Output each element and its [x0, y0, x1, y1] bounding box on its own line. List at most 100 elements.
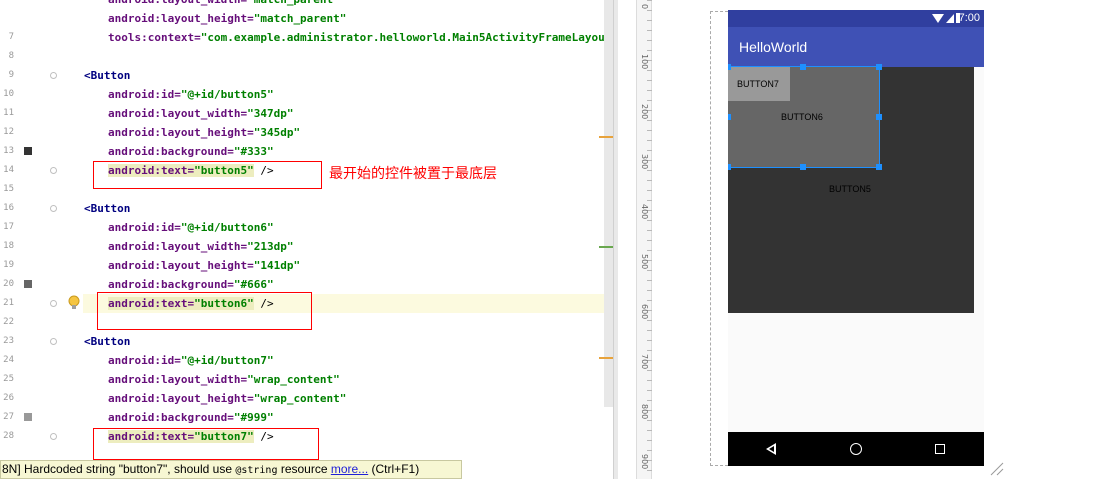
resize-handle[interactable] [800, 64, 806, 70]
fold-end-icon[interactable] [50, 433, 57, 440]
resize-handle[interactable] [728, 164, 731, 170]
xml-attribute: android:layout_height= [108, 392, 254, 405]
line-number: 18 [3, 241, 14, 251]
color-swatch-icon[interactable] [24, 147, 32, 155]
line-number: 25 [3, 374, 14, 384]
code-line[interactable]: tools:context="com.example.administrator… [108, 28, 613, 47]
code-line[interactable]: android:layout_width="wrap_content" [108, 370, 340, 389]
ruler-tick [647, 400, 652, 401]
ruler-tick [647, 180, 652, 181]
ruler-tick [647, 220, 652, 221]
code-editor[interactable]: android:layout_width="match_parent"andro… [0, 0, 613, 479]
code-line[interactable]: android:id="@+id/button7" [108, 351, 274, 370]
fold-toggle-icon[interactable] [50, 72, 57, 79]
xml-value: "141dp" [253, 259, 301, 272]
code-line[interactable]: android:layout_height="match_parent" [108, 9, 346, 28]
code-line[interactable]: android:layout_height="141dp" [108, 256, 300, 275]
button6-label: BUTTON6 [781, 112, 823, 122]
recents-icon[interactable] [935, 444, 945, 454]
xml-value: "347dp" [247, 107, 294, 120]
line-number: 10 [3, 89, 14, 99]
resize-handle[interactable] [728, 114, 731, 120]
code-line[interactable]: android:id="@+id/button6" [108, 218, 274, 237]
editor-scrollbar[interactable] [604, 0, 613, 407]
fold-end-icon[interactable] [50, 167, 57, 174]
ruler-tick [647, 370, 652, 371]
resize-handle[interactable] [728, 64, 731, 70]
code-line[interactable]: <Button [84, 332, 130, 351]
ruler-tick [647, 120, 652, 121]
xml-attribute: android:layout_width= [108, 373, 248, 386]
code-line[interactable]: android:layout_height="wrap_content" [108, 389, 346, 408]
ruler-label: 900 [640, 454, 649, 470]
tooltip-text-middle: resource [277, 462, 331, 476]
xml-attribute: android:background= [108, 145, 234, 158]
resize-handle[interactable] [876, 164, 882, 170]
code-line[interactable]: <Button [84, 66, 130, 85]
xml-value: "com.example.administrator.helloworld.Ma… [200, 31, 613, 44]
line-number: 28 [3, 431, 14, 441]
line-number: 13 [3, 146, 14, 156]
ruler-tick [647, 20, 652, 21]
code-line[interactable]: android:id="@+id/button5" [108, 85, 274, 104]
resize-handle[interactable] [876, 114, 882, 120]
code-line[interactable]: <Button [84, 199, 130, 218]
code-line[interactable]: android:layout_height="345dp" [108, 123, 300, 142]
ruler-tick [647, 330, 652, 331]
line-number: 12 [3, 127, 14, 137]
xml-attribute: android:layout_width= [108, 0, 247, 6]
ruler-tick [647, 350, 652, 351]
fold-toggle-icon[interactable] [50, 338, 57, 345]
info-marker[interactable] [599, 246, 613, 248]
ruler-tick [647, 30, 652, 31]
ruler-label: 0 [640, 4, 649, 10]
warning-marker[interactable] [599, 357, 613, 359]
code-line[interactable]: android:layout_width="match_parent" [108, 0, 340, 9]
ruler-tick [647, 70, 652, 71]
ruler-tick [647, 340, 652, 341]
fold-toggle-icon[interactable] [50, 205, 57, 212]
ruler-tick [647, 450, 652, 451]
ruler-tick [647, 320, 652, 321]
ruler-tick [647, 280, 652, 281]
ruler-tick [647, 270, 652, 271]
line-number: 11 [3, 108, 14, 118]
xml-attribute: android:id= [108, 88, 181, 101]
resize-handle[interactable] [876, 64, 882, 70]
ruler-label: 800 [640, 404, 649, 420]
xml-tag: <Button [84, 202, 131, 215]
more-link[interactable]: more... [331, 462, 368, 476]
device-preview[interactable]: 7:00 HelloWorld BUTTON5 BUTTON6 BUTTON7 [728, 10, 984, 466]
code-line[interactable]: android:layout_width="213dp" [108, 237, 293, 256]
xml-attribute: android:layout_height= [108, 259, 254, 272]
color-swatch-icon[interactable] [24, 280, 32, 288]
resize-grip-icon[interactable] [986, 462, 1004, 476]
fold-end-icon[interactable] [50, 300, 57, 307]
ruler-tick [647, 130, 652, 131]
navigation-bar [728, 432, 984, 466]
button7-label: BUTTON7 [737, 79, 779, 89]
code-line[interactable]: android:layout_width="347dp" [108, 104, 293, 123]
xml-value: "@+id/button7" [180, 354, 274, 367]
design-canvas[interactable]: 0 100 200 300 400 500 600 700 800 900 7:00 HelloW… [618, 0, 1099, 479]
ruler-label: 500 [640, 254, 649, 270]
xml-attribute: android:id= [108, 221, 181, 234]
line-number: 19 [3, 260, 14, 270]
app-title: HelloWorld [739, 39, 808, 55]
line-number: 23 [3, 336, 14, 346]
home-icon[interactable] [850, 443, 862, 455]
code-line[interactable]: android:background="#999" [108, 408, 274, 427]
ruler-tick [647, 290, 652, 291]
button7-preview[interactable]: BUTTON7 [728, 67, 790, 101]
lightbulb-icon[interactable] [68, 295, 80, 311]
warning-marker[interactable] [599, 136, 613, 138]
line-number: 15 [3, 184, 14, 194]
code-line[interactable]: android:background="#333" [108, 142, 274, 161]
resize-handle[interactable] [800, 164, 806, 170]
tooltip-code: @string [235, 465, 278, 476]
ruler-label: 100 [640, 54, 649, 70]
annotation-text: 最开始的控件被置于最底层 [329, 166, 497, 182]
color-swatch-icon[interactable] [24, 413, 32, 421]
ruler-tick [647, 150, 652, 151]
xml-value: "#999" [233, 411, 274, 424]
